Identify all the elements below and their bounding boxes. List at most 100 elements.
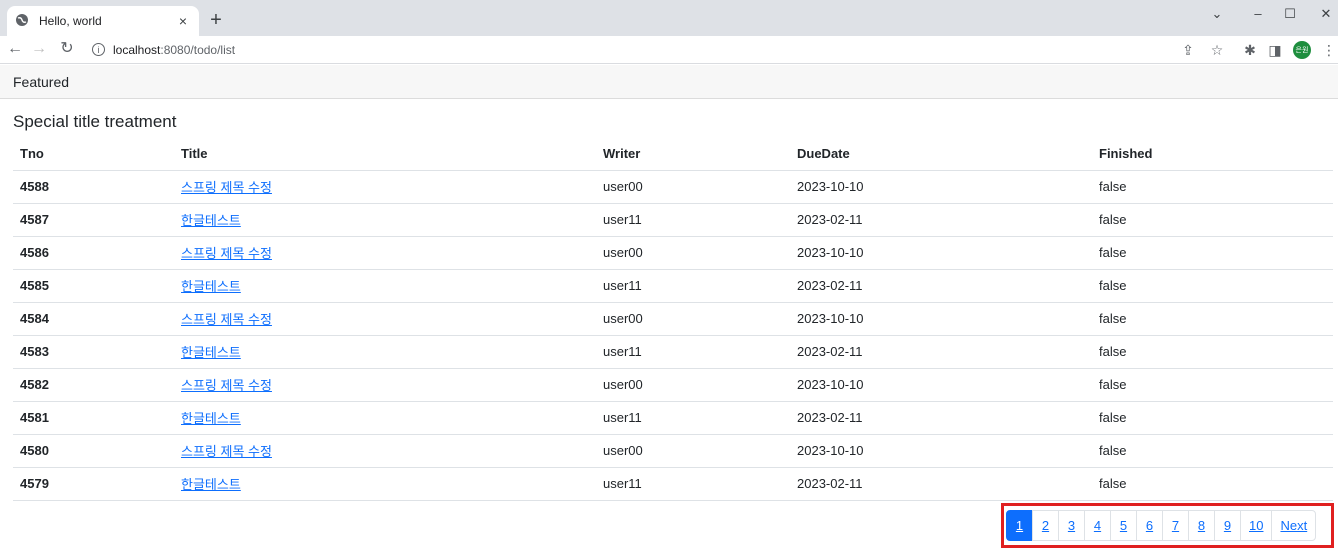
page-link-3[interactable]: 3 [1058,510,1085,541]
table-row: 4581 한글테스트 user11 2023-02-11 false [13,401,1333,435]
table-row: 4588 스프링 제목 수정 user00 2023-10-10 false [13,170,1333,204]
new-tab-button[interactable]: + [206,8,226,32]
cell-tno: 4584 [13,302,174,336]
page-link-2[interactable]: 2 [1032,510,1059,541]
cell-duedate: 2023-02-11 [790,269,1092,303]
table-row: 4587 한글테스트 user11 2023-02-11 false [13,203,1333,237]
todo-title-link[interactable]: 한글테스트 [181,213,241,228]
todo-title-link[interactable]: 한글테스트 [181,279,241,294]
menu-kebab-icon[interactable]: ⋮ [1320,41,1338,59]
cell-finished: false [1092,434,1333,468]
cell-writer: user11 [596,467,790,501]
todo-title-link[interactable]: 스프링 제목 수정 [181,444,272,459]
column-header-duedate: DueDate [790,137,1092,171]
site-info-icon[interactable]: i [92,43,105,56]
page-link-1[interactable]: 1 [1006,510,1033,541]
cell-duedate: 2023-02-11 [790,203,1092,237]
cell-title: 한글테스트 [174,269,596,303]
globe-icon [15,13,31,29]
todo-table: Tno Title Writer DueDate Finished 4588 스프링 제목… [13,137,1333,501]
cell-title: 스프링 제목 수정 [174,368,596,402]
cell-writer: user00 [596,170,790,204]
share-icon[interactable]: ⇪ [1179,41,1197,59]
todo-title-link[interactable]: 스프링 제목 수정 [181,378,272,393]
cell-tno: 4581 [13,401,174,435]
cell-finished: false [1092,302,1333,336]
cell-duedate: 2023-10-10 [790,236,1092,270]
todo-title-link[interactable]: 한글테스트 [181,345,241,360]
cell-title: 한글테스트 [174,401,596,435]
cell-title: 스프링 제목 수정 [174,170,596,204]
table-header-row: Tno Title Writer DueDate Finished [13,137,1333,171]
cell-tno: 4586 [13,236,174,270]
cell-tno: 4583 [13,335,174,369]
cell-duedate: 2023-10-10 [790,434,1092,468]
cell-finished: false [1092,467,1333,501]
column-header-title: Title [174,137,596,171]
cell-title: 스프링 제목 수정 [174,302,596,336]
cell-duedate: 2023-10-10 [790,170,1092,204]
minimize-icon[interactable]: – [1248,6,1268,21]
todo-title-link[interactable]: 한글테스트 [181,411,241,426]
cell-tno: 4587 [13,203,174,237]
browser-toolbar: ← → ↻ i localhost:8080/todo/list ⇪ ☆ ✱ ◨… [0,36,1338,64]
reload-icon[interactable]: ↻ [58,40,76,58]
table-row: 4585 한글테스트 user11 2023-02-11 false [13,269,1333,303]
cell-duedate: 2023-02-11 [790,401,1092,435]
browser-tabstrip: Hello, world × + ⌄ – ☐ ✕ [0,0,1338,36]
cell-finished: false [1092,401,1333,435]
back-icon[interactable]: ← [6,40,24,58]
page-link-5[interactable]: 5 [1110,510,1137,541]
todo-title-link[interactable]: 스프링 제목 수정 [181,246,272,261]
cell-tno: 4585 [13,269,174,303]
cell-title: 스프링 제목 수정 [174,434,596,468]
bookmark-star-icon[interactable]: ☆ [1208,41,1226,59]
cell-duedate: 2023-02-11 [790,467,1092,501]
card-title: Special title treatment [13,112,177,131]
cell-writer: user11 [596,335,790,369]
tab-title: Hello, world [39,14,102,28]
page-link-4[interactable]: 4 [1084,510,1111,541]
cell-duedate: 2023-10-10 [790,302,1092,336]
todo-title-link[interactable]: 스프링 제목 수정 [181,180,272,195]
column-header-writer: Writer [596,137,790,171]
page-link-7[interactable]: 7 [1162,510,1189,541]
cell-tno: 4588 [13,170,174,204]
table-row: 4586 스프링 제목 수정 user00 2023-10-10 false [13,236,1333,270]
extensions-icon[interactable]: ✱ [1241,41,1259,59]
cell-finished: false [1092,170,1333,204]
column-header-tno: Tno [13,137,174,171]
maximize-icon[interactable]: ☐ [1280,6,1300,22]
side-panel-icon[interactable]: ◨ [1266,41,1284,59]
page-link-10[interactable]: 10 [1240,510,1273,541]
page-link-9[interactable]: 9 [1214,510,1241,541]
address-bar[interactable]: i localhost:8080/todo/list [86,38,1236,61]
tab-search-icon[interactable]: ⌄ [1207,6,1227,22]
cell-tno: 4580 [13,434,174,468]
cell-writer: user11 [596,401,790,435]
todo-title-link[interactable]: 한글테스트 [181,477,241,492]
close-window-icon[interactable]: ✕ [1316,6,1336,22]
table-row: 4584 스프링 제목 수정 user00 2023-10-10 false [13,302,1333,336]
todo-title-link[interactable]: 스프링 제목 수정 [181,312,272,327]
table-row: 4583 한글테스트 user11 2023-02-11 false [13,335,1333,369]
tab-close-icon[interactable]: × [175,13,191,29]
cell-title: 스프링 제목 수정 [174,236,596,270]
profile-avatar[interactable]: 은원 [1293,41,1311,59]
cell-duedate: 2023-10-10 [790,368,1092,402]
browser-tab[interactable]: Hello, world × [7,6,199,36]
page-link-8[interactable]: 8 [1188,510,1215,541]
cell-finished: false [1092,269,1333,303]
cell-writer: user11 [596,269,790,303]
cell-finished: false [1092,236,1333,270]
forward-icon[interactable]: → [30,40,48,58]
table-row: 4582 스프링 제목 수정 user00 2023-10-10 false [13,368,1333,402]
page-link-6[interactable]: 6 [1136,510,1163,541]
next-page-button[interactable]: Next [1271,510,1317,541]
cell-finished: false [1092,335,1333,369]
cell-finished: false [1092,203,1333,237]
pagination: 1 2 3 4 5 6 7 8 9 10 Next [1006,510,1317,541]
table-row: 4580 스프링 제목 수정 user00 2023-10-10 false [13,434,1333,468]
cell-writer: user00 [596,368,790,402]
cell-writer: user00 [596,302,790,336]
